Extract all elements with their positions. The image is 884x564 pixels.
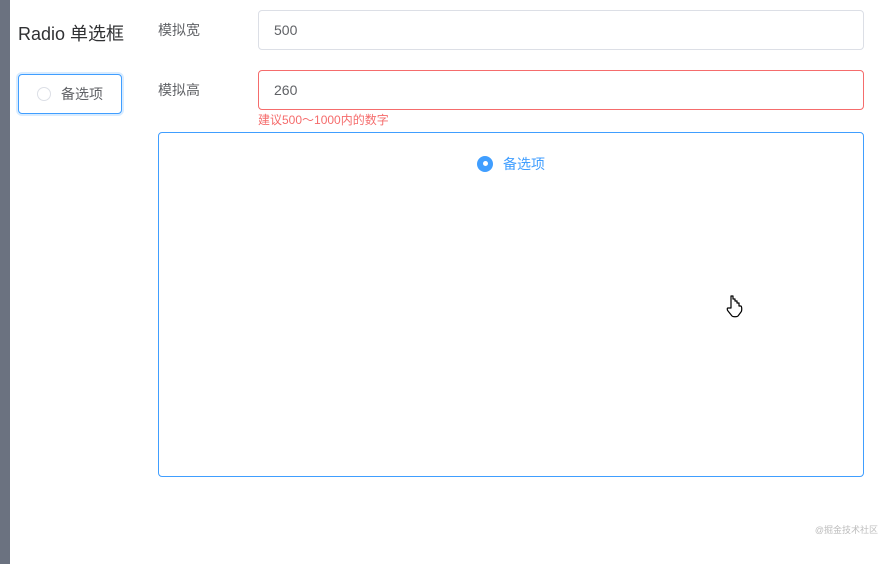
width-input[interactable] xyxy=(258,10,864,50)
right-column: 模拟宽 模拟高 建议500～1000内的数字 备选项 xyxy=(158,10,864,477)
form-row-width: 模拟宽 xyxy=(158,10,864,50)
radio-circle-icon xyxy=(37,87,51,101)
height-error-message: 建议500～1000内的数字 xyxy=(258,110,864,126)
left-rail xyxy=(0,0,10,564)
page-title: Radio 单选框 xyxy=(18,20,158,46)
width-label: 模拟宽 xyxy=(158,10,258,50)
main-container: Radio 单选框 备选项 模拟宽 模拟高 建议500～1000内的数字 xyxy=(18,10,864,477)
height-label: 模拟高 xyxy=(158,70,258,110)
height-input[interactable] xyxy=(258,70,864,110)
form-row-height: 模拟高 建议500～1000内的数字 xyxy=(158,70,864,126)
watermark: @掘金技术社区 xyxy=(815,523,878,536)
preview-panel: 备选项 xyxy=(158,132,864,477)
radio-option-label: 备选项 xyxy=(61,84,103,104)
left-column: Radio 单选框 备选项 xyxy=(18,10,158,114)
radio-option-bordered[interactable]: 备选项 xyxy=(18,74,122,114)
preview-radio-label: 备选项 xyxy=(503,154,545,174)
preview-radio-selected[interactable]: 备选项 xyxy=(477,154,545,174)
radio-checked-icon xyxy=(477,156,493,172)
